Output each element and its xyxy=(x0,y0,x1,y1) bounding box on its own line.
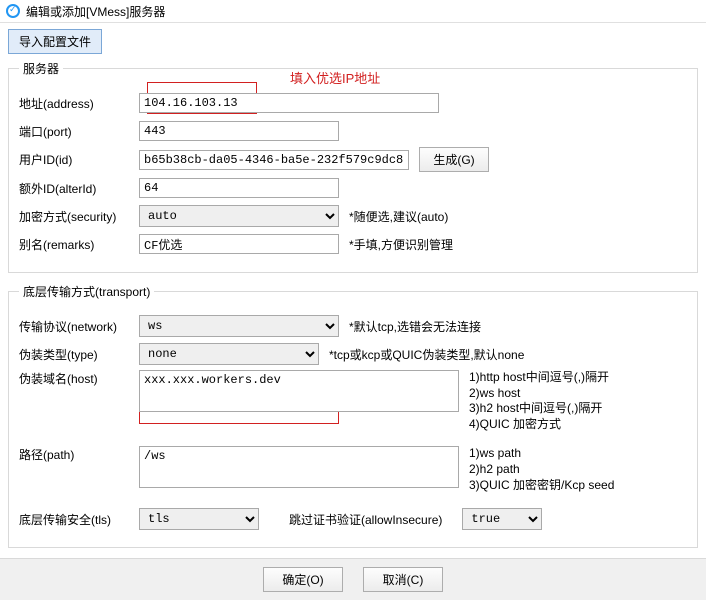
security-label: 加密方式(security) xyxy=(19,208,139,225)
network-note: *默认tcp,选错会无法连接 xyxy=(349,318,481,335)
dialog-button-bar: 确定(O) 取消(C) xyxy=(0,558,706,600)
host-input[interactable] xyxy=(139,370,459,412)
port-label: 端口(port) xyxy=(19,123,139,140)
server-legend: 服务器 xyxy=(19,60,63,77)
server-fieldset: 服务器 地址(address) 端口(port) 用户ID(id) 生成(G) … xyxy=(8,60,698,273)
transport-legend: 底层传输方式(transport) xyxy=(19,283,154,300)
cancel-button[interactable]: 取消(C) xyxy=(363,567,443,592)
app-icon xyxy=(6,4,20,18)
type-note: *tcp或kcp或QUIC伪装类型,默认none xyxy=(329,346,524,363)
import-config-button[interactable]: 导入配置文件 xyxy=(8,29,102,54)
alterid-label: 额外ID(alterId) xyxy=(19,180,139,197)
transport-fieldset: 底层传输方式(transport) 传输协议(network) ws *默认tc… xyxy=(8,283,698,548)
tls-label: 底层传输安全(tls) xyxy=(19,511,139,528)
network-label: 传输协议(network) xyxy=(19,318,139,335)
port-input[interactable] xyxy=(139,121,339,141)
host-hints: 1)http host中间逗号(,)隔开 2)ws host 3)h2 host… xyxy=(469,370,609,432)
ok-button[interactable]: 确定(O) xyxy=(263,567,343,592)
path-label: 路径(path) xyxy=(19,446,139,463)
allowinsecure-label: 跳过证书验证(allowInsecure) xyxy=(289,511,442,528)
type-select[interactable]: none xyxy=(139,343,319,365)
address-label: 地址(address) xyxy=(19,95,139,112)
window: 编辑或添加[VMess]服务器 导入配置文件 填入优选IP地址 服务器 地址(a… xyxy=(0,0,706,600)
allowinsecure-select[interactable]: true xyxy=(462,508,542,530)
host-label: 伪装域名(host) xyxy=(19,370,139,387)
path-hints: 1)ws path 2)h2 path 3)QUIC 加密密钥/Kcp seed xyxy=(469,446,614,493)
security-note: *随便选,建议(auto) xyxy=(349,208,448,225)
titlebar: 编辑或添加[VMess]服务器 xyxy=(0,0,706,23)
type-label: 伪装类型(type) xyxy=(19,346,139,363)
toolbar: 导入配置文件 xyxy=(0,23,706,60)
network-select[interactable]: ws xyxy=(139,315,339,337)
tls-select[interactable]: tls xyxy=(139,508,259,530)
remarks-note: *手填,方便识别管理 xyxy=(349,236,453,253)
window-title: 编辑或添加[VMess]服务器 xyxy=(26,3,165,20)
security-select[interactable]: auto xyxy=(139,205,339,227)
address-input[interactable] xyxy=(139,93,439,113)
userid-input[interactable] xyxy=(139,150,409,170)
remarks-input[interactable] xyxy=(139,234,339,254)
alterid-input[interactable] xyxy=(139,178,339,198)
path-input[interactable] xyxy=(139,446,459,488)
generate-button[interactable]: 生成(G) xyxy=(419,147,489,172)
remarks-label: 别名(remarks) xyxy=(19,236,139,253)
userid-label: 用户ID(id) xyxy=(19,151,139,168)
